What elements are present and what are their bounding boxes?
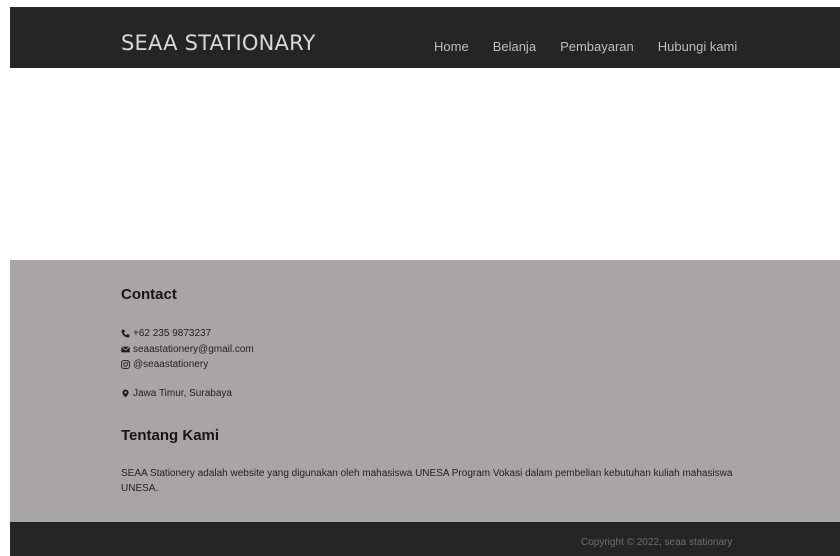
footer: Copyright © 2022, seaa stationary (10, 522, 840, 556)
contact-phone-text: +62 235 9873237 (133, 328, 212, 339)
instagram-icon (121, 360, 130, 369)
nav-link-hubungi-kami[interactable]: Hubungi kami (658, 39, 738, 54)
nav-link-belanja[interactable]: Belanja (493, 39, 536, 54)
copyright-text: Copyright © 2022, seaa stationary (581, 537, 733, 548)
contact-location-text: Jawa Timur, Surabaya (133, 388, 232, 399)
contact-title: Contact (121, 286, 177, 303)
page-frame: SEAA STATIONARY Home Belanja Pembayaran … (10, 7, 840, 556)
contact-location: Jawa Timur, Surabaya (121, 388, 232, 399)
nav-links: Home Belanja Pembayaran Hubungi kami (434, 39, 761, 54)
contact-instagram-text[interactable]: @seaastationery (133, 359, 208, 370)
contact-email-text[interactable]: seaastationery@gmail.com (133, 344, 254, 355)
nav-link-pembayaran[interactable]: Pembayaran (560, 39, 634, 54)
navbar: SEAA STATIONARY Home Belanja Pembayaran … (10, 7, 840, 68)
contact-phone: +62 235 9873237 (121, 328, 211, 339)
nav-link-home[interactable]: Home (434, 39, 469, 54)
main-content (10, 68, 840, 260)
contact-email: seaastationery@gmail.com (121, 344, 254, 355)
info-section: Contact +62 235 9873237 seaastationery@g… (10, 260, 840, 522)
brand-logo[interactable]: SEAA STATIONARY (121, 31, 316, 55)
envelope-icon (121, 345, 130, 354)
map-marker-icon (121, 389, 130, 398)
about-text: SEAA Stationery adalah website yang digu… (121, 468, 733, 494)
about-title: Tentang Kami (121, 427, 220, 444)
contact-instagram: @seaastationery (121, 359, 208, 370)
phone-icon (121, 329, 130, 338)
